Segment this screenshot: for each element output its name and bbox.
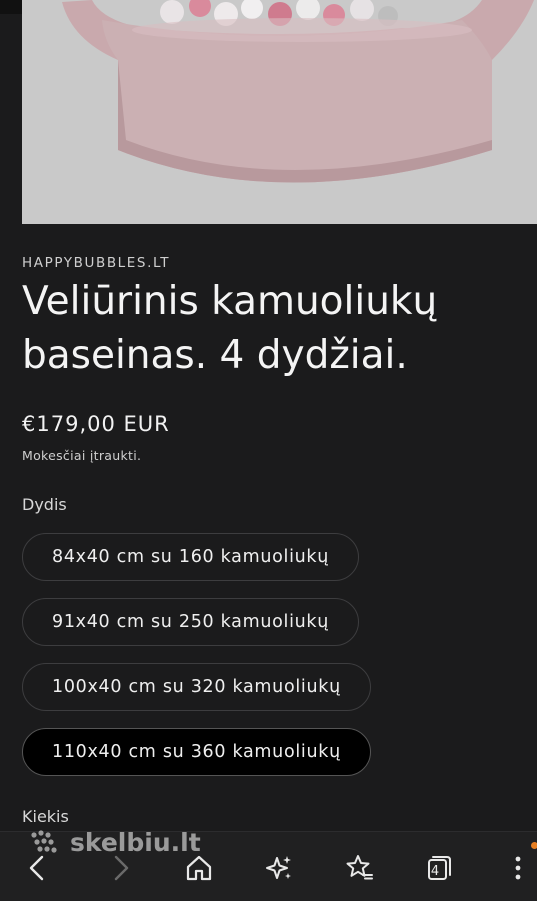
tabs-button[interactable]: 4 <box>419 848 459 888</box>
product-image[interactable] <box>22 0 537 224</box>
bookmarks-button[interactable] <box>339 848 379 888</box>
notification-dot <box>531 842 537 849</box>
ball-pit-image <box>22 0 537 224</box>
size-variant-110x40[interactable]: 110x40 cm su 360 kamuoliukų <box>22 728 371 776</box>
sparkle-icon <box>266 856 291 879</box>
more-icon <box>515 856 521 880</box>
forward-icon <box>114 855 129 881</box>
quantity-label: Kiekis <box>22 807 69 826</box>
watermark-logo-icon <box>31 829 57 853</box>
size-variant-91x40[interactable]: 91x40 cm su 250 kamuoliukų <box>22 598 360 646</box>
tax-note: Mokesčiai įtraukti. <box>22 448 142 463</box>
vendor-name: HAPPYBUBBLES.LT <box>22 255 171 271</box>
back-icon <box>29 855 44 881</box>
watermark-text: skelbiu.lt <box>70 828 201 857</box>
product-price: €179,00 EUR <box>22 412 170 436</box>
more-menu-button[interactable] <box>498 848 537 888</box>
size-variant-84x40[interactable]: 84x40 cm su 160 kamuoliukų <box>22 533 360 581</box>
product-title: Veliūrinis kamuoliukų baseinas. 4 dydžia… <box>22 279 438 378</box>
home-icon <box>186 855 212 881</box>
tab-count: 4 <box>430 863 440 879</box>
skelbiu-watermark: skelbiu.lt <box>30 828 201 857</box>
size-option-label: Dydis <box>22 495 67 514</box>
assistant-button[interactable] <box>259 848 299 888</box>
bookmark-star-icon <box>346 855 373 880</box>
size-variant-100x40[interactable]: 100x40 cm su 320 kamuoliukų <box>22 663 371 711</box>
